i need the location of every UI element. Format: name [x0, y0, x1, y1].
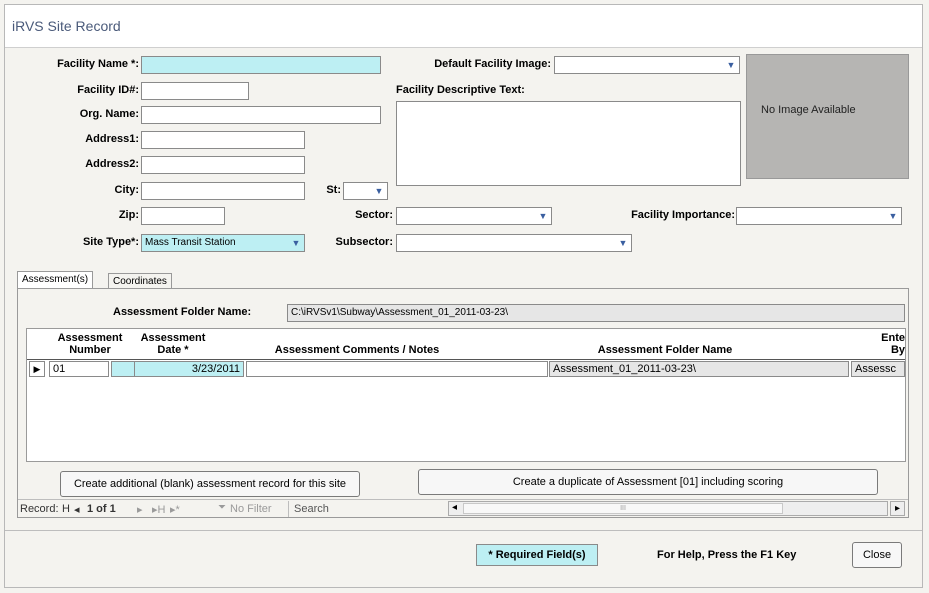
- last-record-icon[interactable]: ▸H: [152, 503, 165, 516]
- create-duplicate-assessment-button[interactable]: Create a duplicate of Assessment [01] in…: [418, 469, 878, 495]
- scroll-thumb[interactable]: III: [463, 503, 783, 514]
- folder-name-label: Assessment Folder Name:: [113, 306, 252, 318]
- first-record-icon[interactable]: H: [62, 503, 70, 515]
- no-filter-button[interactable]: No Filter: [230, 503, 272, 515]
- assessment-panel: Assessment Folder Name: C:\iRVSv1\Subway…: [17, 288, 909, 518]
- zip-label: Zip:: [118, 209, 139, 221]
- create-blank-assessment-button[interactable]: Create additional (blank) assessment rec…: [60, 471, 360, 497]
- address2-label: Address2:: [85, 158, 139, 170]
- record-label: Record:: [20, 503, 59, 515]
- scroll-left-icon[interactable]: ◂: [452, 502, 457, 513]
- facility-importance-label: Facility Importance:: [631, 209, 735, 221]
- cell-folder[interactable]: Assessment_01_2011-03-23\: [549, 361, 849, 377]
- close-button[interactable]: Close: [852, 542, 902, 568]
- cell-entered-by[interactable]: Assessc: [851, 361, 905, 377]
- chevron-down-icon[interactable]: ▼: [289, 236, 303, 250]
- record-navigation-bar: Record: H ◂ 1 of 1 ▸ ▸H ▸* ⏷ No Filter S…: [18, 499, 908, 519]
- address1-input[interactable]: [141, 131, 305, 149]
- address1-label: Address1:: [85, 133, 139, 145]
- title-bar: iRVS Site Record: [5, 5, 922, 48]
- site-type-label: Site Type*:: [82, 236, 139, 248]
- tab-coordinates[interactable]: Coordinates: [108, 273, 172, 289]
- site-type-dropdown[interactable]: Mass Transit Station ▼: [141, 234, 305, 252]
- default-image-dropdown[interactable]: ▼: [554, 56, 740, 74]
- cell-number[interactable]: 01: [49, 361, 109, 377]
- state-dropdown[interactable]: ▼: [343, 182, 388, 200]
- column-header-number-line2: Number: [69, 344, 111, 356]
- nav-divider: [288, 501, 289, 517]
- help-text: For Help, Press the F1 Key: [657, 549, 797, 561]
- city-input[interactable]: [141, 182, 305, 200]
- sector-dropdown[interactable]: ▼: [396, 207, 552, 225]
- new-record-icon[interactable]: ▸*: [170, 503, 180, 516]
- table-row[interactable]: ▶ 01 3/23/2011 Assessment_01_2011-03-23\…: [27, 360, 905, 378]
- descriptive-text-label: Facility Descriptive Text:: [396, 84, 525, 96]
- no-image-text: No Image Available: [761, 104, 856, 116]
- facility-id-input[interactable]: [141, 82, 249, 100]
- descriptive-text-input[interactable]: [396, 101, 741, 186]
- chevron-down-icon[interactable]: ▼: [886, 209, 900, 223]
- search-box[interactable]: Search: [294, 503, 329, 515]
- previous-record-icon[interactable]: ◂: [74, 503, 80, 516]
- facility-name-input[interactable]: [141, 56, 381, 74]
- column-header-date: Assessment Date *: [133, 332, 213, 356]
- subsector-label: Subsector:: [335, 236, 393, 248]
- record-position[interactable]: 1 of 1: [87, 503, 116, 515]
- tab-assessments[interactable]: Assessment(s): [17, 271, 94, 289]
- column-header-folder: Assessment Folder Name: [597, 344, 733, 356]
- window-title: iRVS Site Record: [12, 18, 121, 34]
- state-label: St:: [326, 184, 341, 196]
- facility-id-label: Facility ID#:: [77, 84, 139, 96]
- site-record-window: iRVS Site Record Facility Name *: Facili…: [4, 4, 923, 588]
- column-header-comments: Assessment Comments / Notes: [274, 344, 440, 356]
- org-name-label: Org. Name:: [79, 108, 139, 120]
- footer-divider: [5, 530, 922, 531]
- chevron-down-icon[interactable]: ▼: [536, 209, 550, 223]
- facility-image-placeholder: No Image Available: [746, 54, 909, 179]
- facility-name-label: Facility Name *:: [57, 58, 139, 70]
- facility-importance-dropdown[interactable]: ▼: [736, 207, 902, 225]
- column-header-entered-line1: Ente: [881, 332, 905, 344]
- chevron-down-icon[interactable]: ▼: [616, 236, 630, 250]
- cell-date-pad: [111, 361, 135, 377]
- column-header-number-line1: Assessment: [57, 332, 123, 344]
- column-header-entered-line2: By: [890, 344, 905, 356]
- chevron-down-icon[interactable]: ▼: [372, 184, 386, 198]
- column-header-number: Assessment Number: [50, 332, 130, 356]
- cell-date[interactable]: 3/23/2011: [134, 361, 244, 377]
- column-header-date-line1: Assessment: [140, 332, 206, 344]
- record-selector-icon[interactable]: ▶: [29, 361, 45, 377]
- city-label: City:: [114, 184, 139, 196]
- required-fields-note: * Required Field(s): [476, 544, 598, 566]
- subsector-dropdown[interactable]: ▼: [396, 234, 632, 252]
- org-name-input[interactable]: [141, 106, 381, 124]
- funnel-icon: ⏷: [218, 502, 226, 513]
- site-type-value: Mass Transit Station: [145, 237, 236, 248]
- sector-label: Sector:: [355, 209, 393, 221]
- default-image-label: Default Facility Image:: [434, 58, 551, 70]
- horizontal-scrollbar[interactable]: ◂ III: [448, 501, 888, 516]
- scroll-right-icon[interactable]: ▸: [890, 501, 905, 516]
- folder-name-field[interactable]: C:\iRVSv1\Subway\Assessment_01_2011-03-2…: [287, 304, 905, 322]
- assessment-grid: Assessment Number Assessment Date * Asse…: [26, 328, 906, 462]
- next-record-icon[interactable]: ▸: [137, 503, 143, 516]
- chevron-down-icon[interactable]: ▼: [724, 58, 738, 72]
- column-header-entered-by: Ente By: [873, 332, 905, 356]
- zip-input[interactable]: [141, 207, 225, 225]
- address2-input[interactable]: [141, 156, 305, 174]
- column-header-date-line2: Date *: [157, 344, 189, 356]
- cell-comments[interactable]: [246, 361, 548, 377]
